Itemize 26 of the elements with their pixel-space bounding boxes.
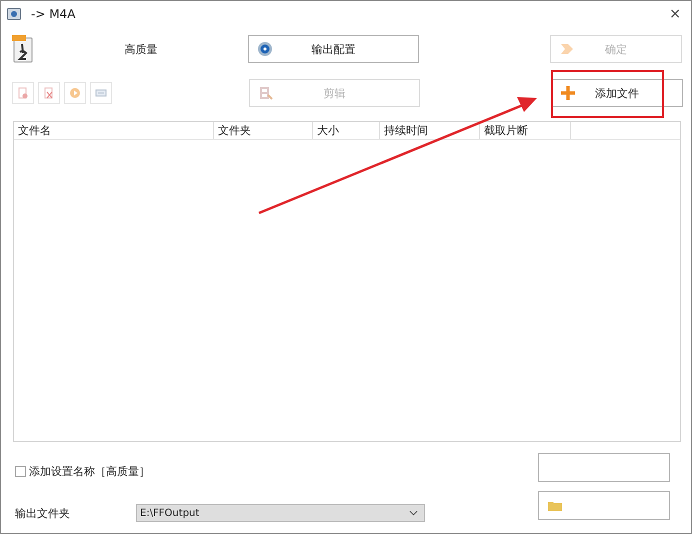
column-header[interactable]: 持续时间 [380,122,480,139]
checkbox[interactable] [15,466,26,476]
output-folder-dropdown[interactable]: E:\FFOutput [136,504,425,522]
disc-icon [257,41,273,57]
film-icon [258,85,274,101]
column-header[interactable]: 截取片断 [480,122,571,139]
arrow-icon [559,41,575,57]
close-button[interactable]: × [665,6,685,22]
page-cross-icon [43,87,55,99]
chevron-icon [409,510,418,516]
output-folder-label: 输出文件夹 [15,506,71,520]
plus-icon [560,85,576,101]
add-files-button[interactable]: 添加文件 [551,79,683,107]
audio-file-icon [12,35,34,63]
play-icon [69,87,81,99]
column-header[interactable]: 文件夹 [214,122,313,139]
browse-button[interactable] [538,491,670,520]
checkbox-label: 添加设置名称［高质量］ [29,464,150,478]
column-header[interactable]: 文件名 [14,122,214,139]
window-title: -> M4A [31,6,76,20]
app-icon [7,8,21,20]
window-icon [95,87,107,99]
button[interactable] [538,453,670,482]
preset-label: 高质量 [124,42,158,56]
output-config-button[interactable]: 输出配置 [248,35,419,63]
column-header[interactable]: 大小 [313,122,380,139]
